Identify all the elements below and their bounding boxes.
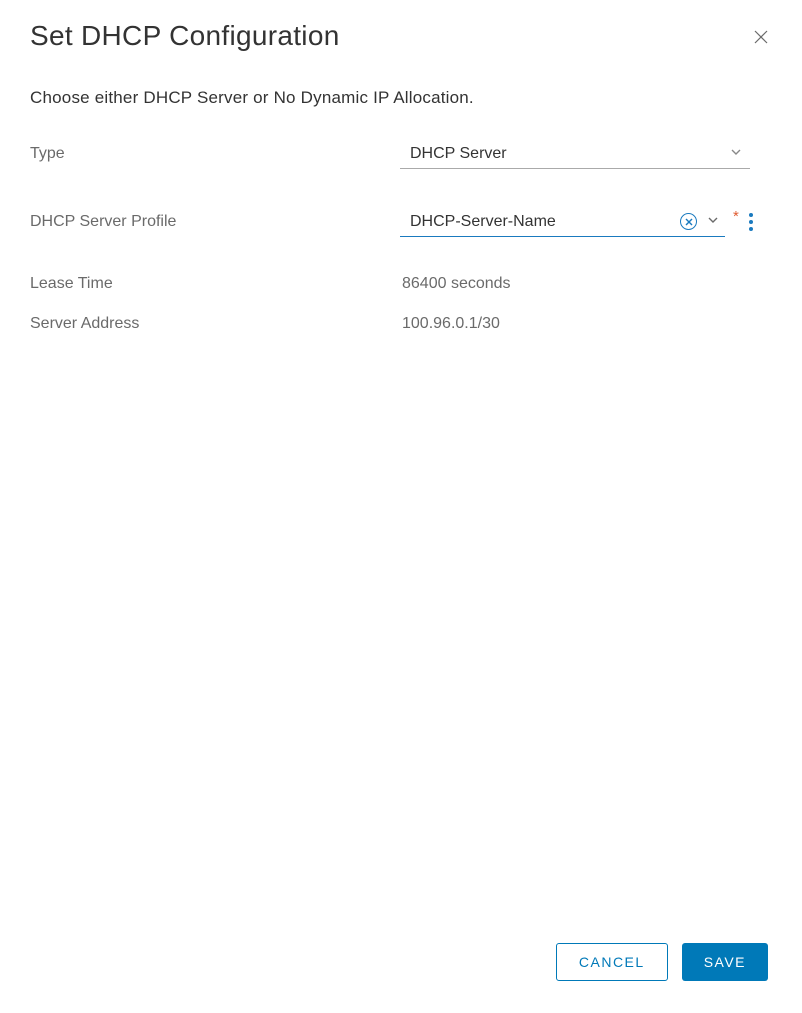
dhcp-config-dialog: Set DHCP Configuration Choose either DHC… bbox=[0, 0, 802, 1013]
type-row: Type DHCP Server bbox=[30, 138, 772, 170]
profile-label: DHCP Server Profile bbox=[30, 213, 400, 231]
close-icon[interactable] bbox=[754, 20, 772, 49]
lease-label: Lease Time bbox=[30, 275, 400, 293]
lease-row: Lease Time 86400 seconds bbox=[30, 268, 772, 300]
address-value: 100.96.0.1/30 bbox=[400, 315, 500, 333]
cancel-button[interactable]: CANCEL bbox=[556, 943, 668, 981]
address-label: Server Address bbox=[30, 315, 400, 333]
type-select-value: DHCP Server bbox=[410, 145, 507, 163]
type-label: Type bbox=[30, 145, 400, 163]
dialog-description: Choose either DHCP Server or No Dynamic … bbox=[30, 88, 772, 108]
profile-row: DHCP Server Profile DHCP-Server-Name * bbox=[30, 206, 772, 238]
dialog-header: Set DHCP Configuration bbox=[30, 20, 772, 52]
dialog-title: Set DHCP Configuration bbox=[30, 20, 340, 52]
type-select[interactable]: DHCP Server bbox=[400, 140, 750, 169]
lease-value: 86400 seconds bbox=[400, 275, 511, 293]
clear-icon[interactable] bbox=[680, 213, 697, 230]
profile-select[interactable]: DHCP-Server-Name bbox=[400, 208, 725, 237]
chevron-down-icon bbox=[707, 213, 719, 231]
profile-select-value: DHCP-Server-Name bbox=[410, 213, 680, 231]
chevron-down-icon bbox=[730, 145, 742, 163]
dialog-footer: CANCEL SAVE bbox=[30, 943, 772, 993]
kebab-menu-icon[interactable] bbox=[745, 211, 757, 233]
address-row: Server Address 100.96.0.1/30 bbox=[30, 308, 772, 340]
save-button[interactable]: SAVE bbox=[682, 943, 768, 981]
required-indicator: * bbox=[733, 208, 739, 225]
